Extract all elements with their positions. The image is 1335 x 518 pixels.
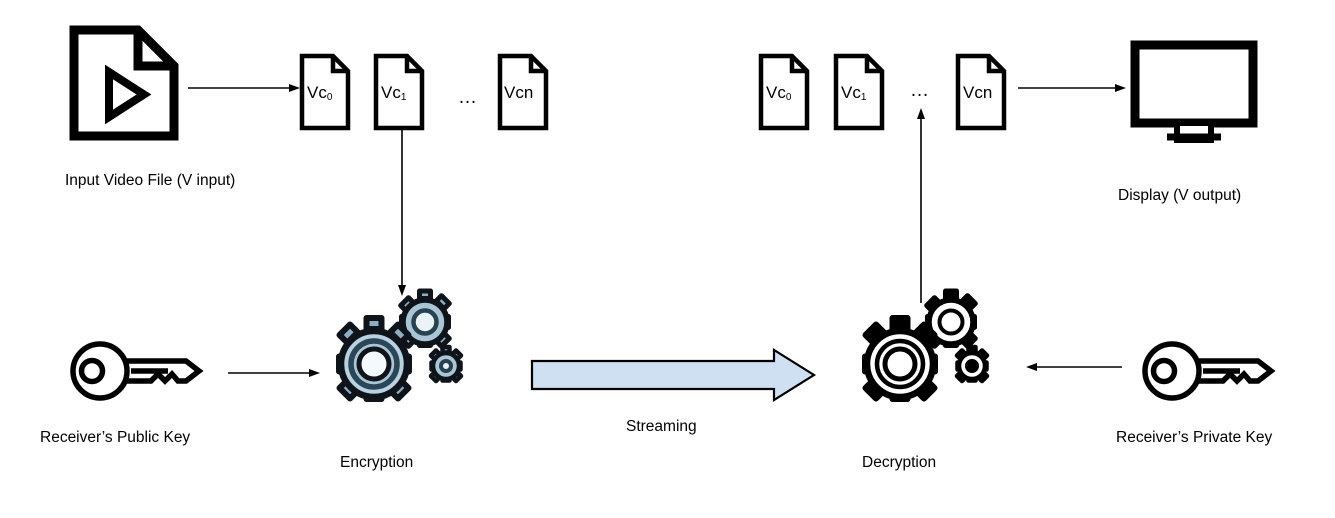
key-icon-public (68, 340, 208, 402)
chunk-file-right-0-label: Vc0 (766, 83, 792, 103)
gears-icon-encryption (322, 288, 474, 402)
key-icon-private (1140, 340, 1280, 402)
arrow-video-to-chunks (188, 78, 300, 98)
gears-icon-decryption (848, 288, 1000, 402)
chunk-file-left-0-label: Vc0 (307, 83, 333, 103)
encrypted-video-streaming-diagram: Input Video File (V input) Vc0 Vc1 … Vcn (0, 0, 1335, 518)
encryption-label: Encryption (340, 454, 414, 471)
chunk-label-text: Vc (381, 83, 401, 102)
chunk-label-sub: 1 (400, 92, 407, 103)
chunk-file-left-1-label: Vc1 (381, 83, 407, 103)
chunk-ellipsis-left: … (458, 87, 479, 108)
decryption-label: Decryption (862, 454, 937, 471)
streaming-label: Streaming (626, 418, 697, 435)
chunk-label-sub: 1 (860, 92, 867, 103)
public-key-label: Receiver’s Public Key (40, 429, 191, 446)
arrow-private-key-to-decryption (1026, 357, 1122, 377)
arrow-public-key-to-encryption (228, 363, 320, 383)
chunk-file-right-1-label: Vc1 (841, 83, 867, 103)
display-label: Display (V output) (1118, 187, 1242, 204)
streaming-arrow (530, 348, 817, 402)
chunk-label-text: Vc (766, 83, 786, 102)
video-file-icon (68, 24, 180, 142)
chunk-file-right-n-label: Vcn (963, 83, 993, 102)
chunk-label-text: Vc (841, 83, 861, 102)
arrow-chunks-to-display (1018, 78, 1126, 98)
chunk-ellipsis-right: … (910, 80, 931, 101)
arrow-decryption-to-chunks (911, 108, 931, 303)
input-video-file-label: Input Video File (V input) (65, 172, 236, 189)
arrow-chunks-to-encryption (392, 128, 412, 296)
chunk-label-text: Vc (307, 83, 327, 102)
private-key-label: Receiver’s Private Key (1116, 429, 1273, 446)
chunk-file-left-n-label: Vcn (504, 83, 534, 102)
monitor-icon (1130, 40, 1258, 143)
chunk-label-sub: 0 (326, 92, 333, 103)
chunk-label-sub: 0 (785, 92, 792, 103)
